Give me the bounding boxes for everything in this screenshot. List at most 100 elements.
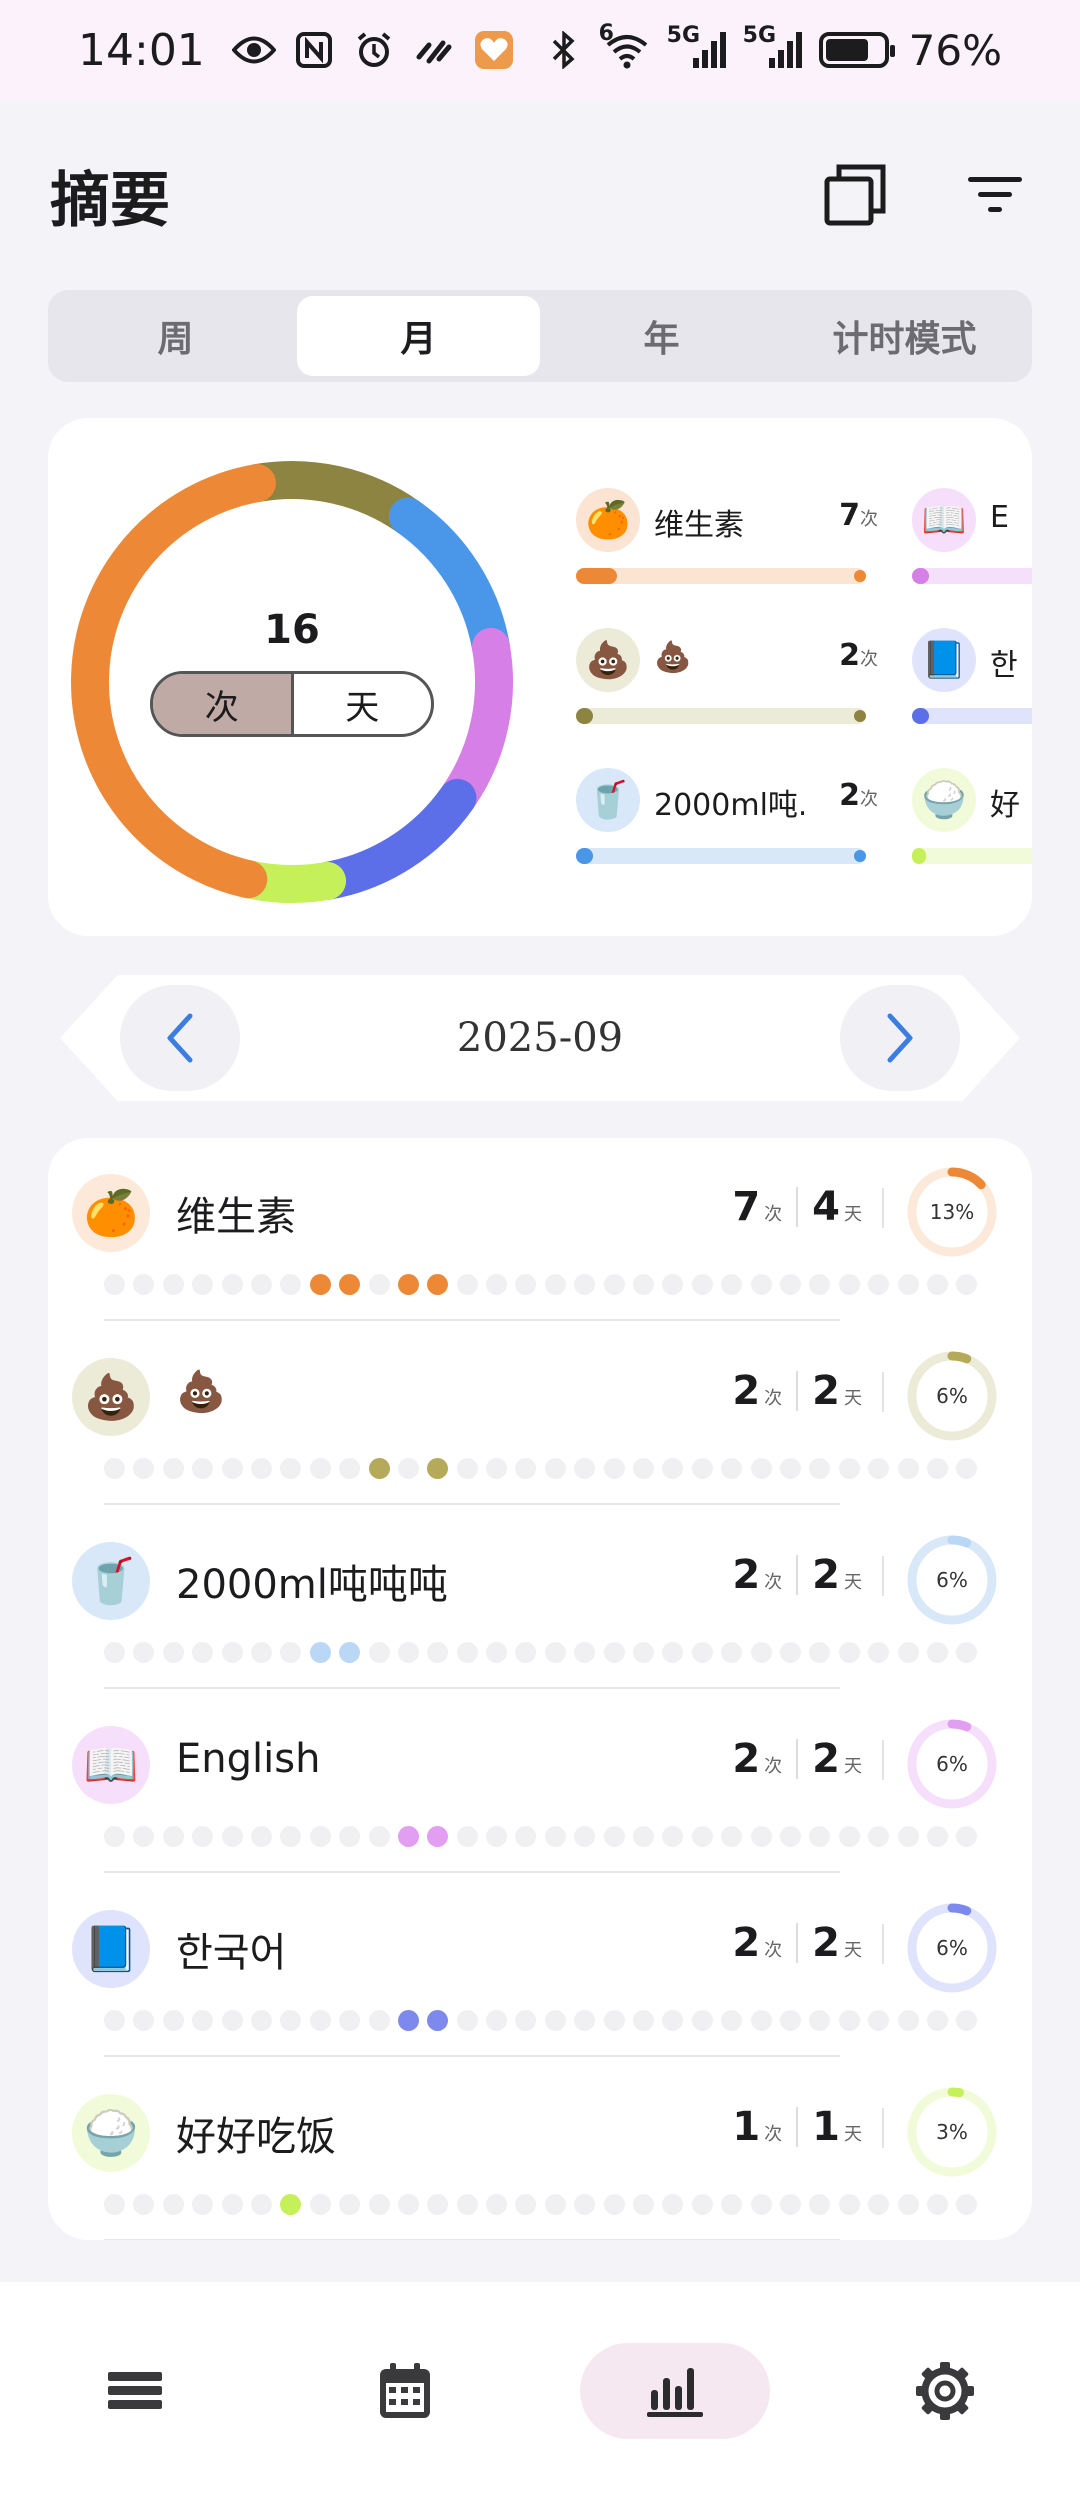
filter-button[interactable]	[960, 160, 1030, 230]
day-dot	[956, 1274, 978, 1295]
habit-row[interactable]: 🍊 维生素 7 次 4 天 13%	[48, 1138, 1032, 1322]
day-dot	[250, 2010, 272, 2031]
habit-percent: 13%	[929, 1200, 975, 1224]
habit-times: 7次	[732, 1184, 782, 1230]
app-bar: 摘要	[0, 100, 1080, 290]
day-dot	[633, 1642, 655, 1663]
row-divider	[104, 1871, 840, 1873]
day-dot	[574, 1826, 596, 1847]
calendar-icon	[380, 2363, 430, 2418]
day-dot	[809, 2010, 831, 2031]
day-dot	[280, 1826, 302, 1847]
day-dot	[397, 1274, 419, 1295]
prev-month-button[interactable]	[120, 985, 240, 1091]
legend-name: 💩	[654, 640, 692, 675]
day-dot	[838, 2010, 860, 2031]
habit-row[interactable]: 💩 💩 2 次 2 天 6%	[48, 1322, 1032, 1506]
habit-row[interactable]: 📘 한국어 2 次 2 天 6%	[48, 1874, 1032, 2058]
day-dot	[368, 2010, 390, 2031]
tab-period-1[interactable]: 月	[297, 296, 540, 376]
habit-times-value: 2	[732, 1920, 761, 1966]
wifi-icon: 6	[599, 21, 655, 73]
legend-name: 维生素	[654, 508, 744, 543]
habit-row[interactable]: 📖 English 2 次 2 天 6%	[48, 1690, 1032, 1874]
ring-divider	[882, 1740, 884, 1780]
habit-days-value: 2	[812, 1736, 840, 1782]
day-dot	[192, 1458, 214, 1479]
day-dot	[104, 1642, 125, 1663]
day-dot	[515, 2194, 537, 2215]
day-dot	[486, 1642, 508, 1663]
day-dot	[162, 1642, 184, 1663]
day-dot	[456, 1826, 478, 1847]
day-dot	[133, 2010, 155, 2031]
day-dot	[779, 2194, 801, 2215]
list-icon	[108, 2372, 162, 2409]
habit-emoji-icon: 🥤	[72, 1542, 150, 1620]
habit-times-unit: 次	[764, 2124, 783, 2145]
tab-period-2[interactable]: 年	[540, 296, 783, 376]
day-dot	[221, 1274, 243, 1295]
day-dot	[750, 2010, 772, 2031]
nav-list-tab[interactable]	[40, 2343, 230, 2439]
nav-calendar-tab[interactable]	[310, 2343, 500, 2439]
legend-name: 한	[990, 648, 1018, 683]
day-dot	[544, 1642, 566, 1663]
day-dot	[544, 1826, 566, 1847]
habit-stats: 2次2天	[732, 1920, 862, 1966]
habit-days-unit: 天	[844, 1940, 862, 1961]
legend-emoji-icon: 💩	[576, 628, 640, 692]
day-dot	[515, 1458, 537, 1479]
habit-days-value: 1	[812, 2104, 840, 2150]
tab-period-3[interactable]: 计时模式	[783, 296, 1026, 376]
day-dot	[339, 2194, 361, 2215]
copy-view-icon	[824, 164, 886, 226]
habit-name: 💩	[176, 1369, 226, 1415]
day-dot	[868, 2010, 890, 2031]
nav-settings-tab[interactable]	[850, 2343, 1040, 2439]
nav-stats-tab[interactable]	[580, 2343, 770, 2439]
link-icon	[411, 27, 457, 73]
habit-days: 2天	[812, 1368, 862, 1414]
day-dot	[956, 2010, 978, 2031]
day-dot	[280, 1458, 302, 1479]
habit-days-unit: 天	[844, 1572, 862, 1593]
habit-times: 2次	[732, 1736, 782, 1782]
day-dot	[456, 2010, 478, 2031]
next-month-button[interactable]	[840, 985, 960, 1091]
habit-days-value: 2	[812, 1552, 840, 1598]
legend-bar-end	[854, 710, 866, 722]
habit-days-unit: 天	[844, 1756, 862, 1777]
ring-divider	[882, 1924, 884, 1964]
tab-period-0[interactable]: 周	[54, 296, 297, 376]
eye-icon	[231, 27, 277, 73]
day-dot	[133, 1274, 155, 1295]
day-dot	[956, 1826, 978, 1847]
habit-row[interactable]: 🥤 2000ml吨吨吨 2 次 2 天 6%	[48, 1506, 1032, 1690]
day-dot	[427, 1274, 449, 1295]
day-dot	[750, 1642, 772, 1663]
day-dot	[104, 2194, 125, 2215]
day-dot	[309, 1458, 331, 1479]
day-dot	[397, 1458, 419, 1479]
habit-emoji-icon: 💩	[72, 1358, 150, 1436]
row-divider	[104, 1687, 840, 1689]
habit-row[interactable]: 🍚 好好吃饭 1 次 1 天 3%	[48, 2058, 1032, 2240]
habit-days-unit: 天	[844, 1388, 862, 1409]
day-dot	[368, 1274, 390, 1295]
day-dot	[280, 1642, 302, 1663]
unit-toggle-times[interactable]: 次	[153, 674, 291, 734]
day-dot	[603, 1458, 625, 1479]
row-divider	[104, 2055, 840, 2057]
legend-count-unit: 次	[860, 789, 878, 810]
status-time: 14:01	[78, 24, 205, 76]
copy-view-button[interactable]	[820, 160, 890, 230]
summary-card: 16 次 天 🍊维生素7次📖E💩💩2次📘한🥤2000ml吨...2次🍚好	[48, 418, 1032, 936]
day-dot	[721, 1274, 743, 1295]
row-divider	[104, 1503, 840, 1505]
habit-days-value: 2	[812, 1920, 840, 1966]
unit-toggle-days[interactable]: 天	[290, 674, 432, 734]
ring-divider	[882, 2108, 884, 2148]
day-dot	[133, 1826, 155, 1847]
day-dot	[486, 1826, 508, 1847]
